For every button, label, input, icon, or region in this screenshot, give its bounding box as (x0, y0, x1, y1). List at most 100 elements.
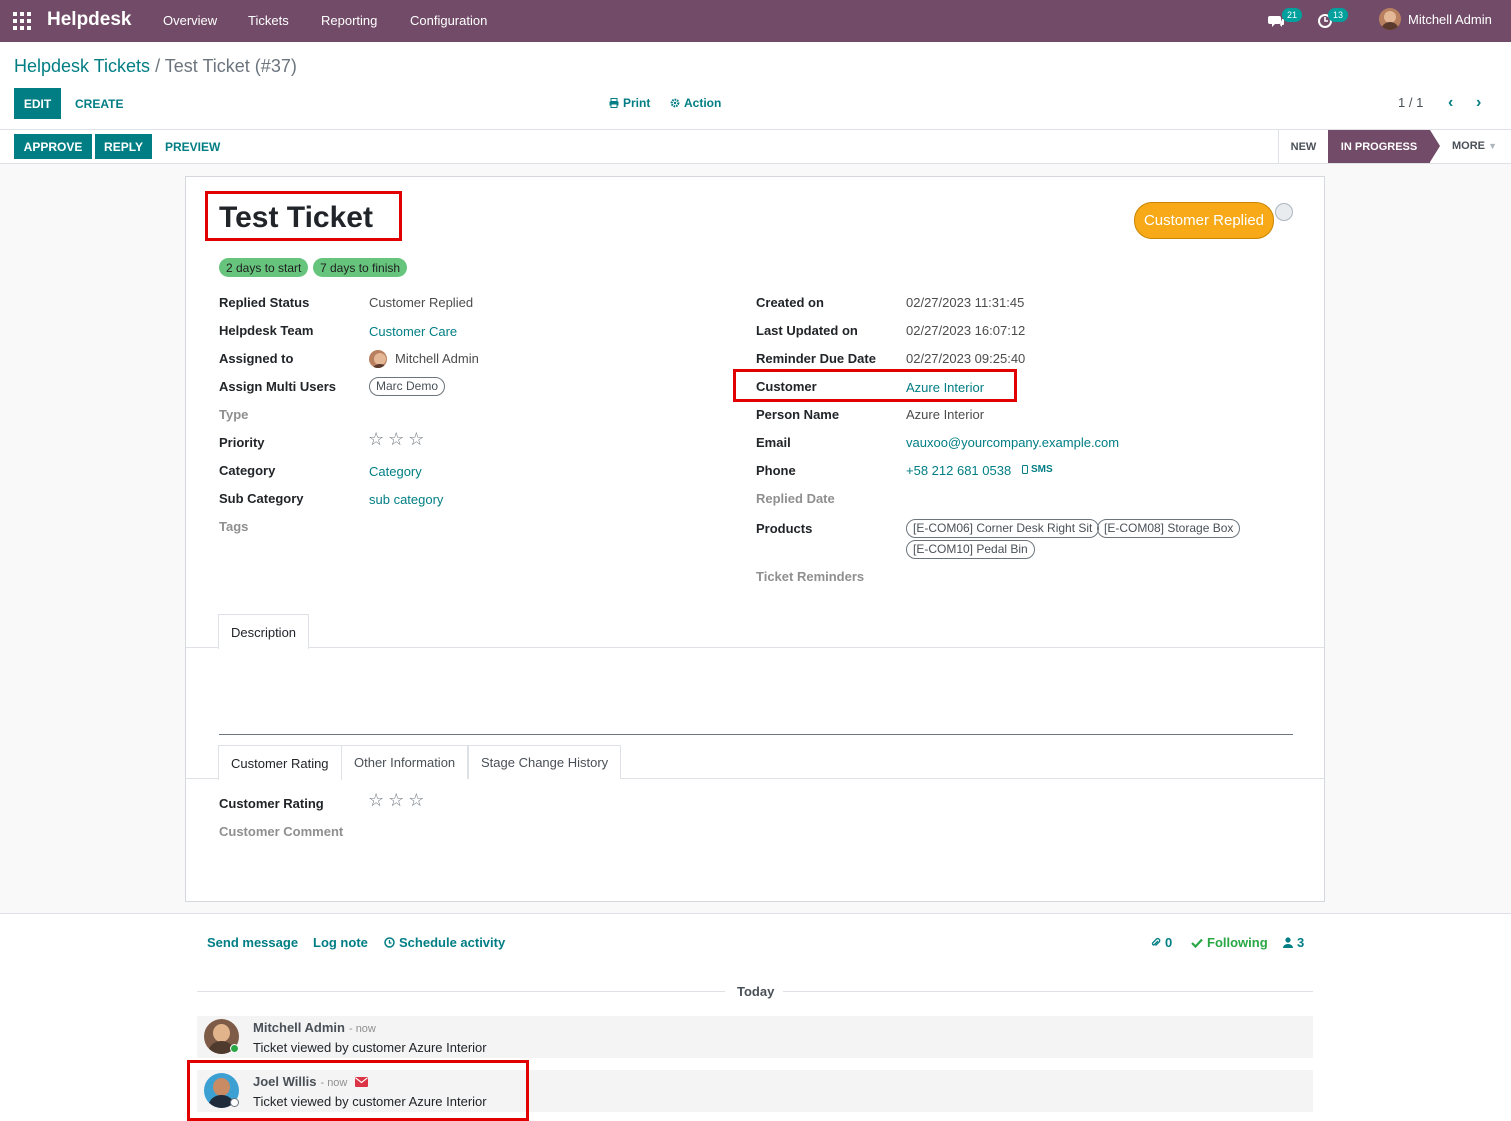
log-note-button[interactable]: Log note (313, 935, 368, 950)
highlight-box-customer (733, 369, 1017, 402)
print-icon (609, 98, 619, 108)
active-toggle[interactable] (1275, 203, 1293, 221)
value-reminder-due-date[interactable]: 02/27/2023 09:25:40 (906, 351, 1025, 366)
date-divider-right (783, 991, 1313, 992)
breadcrumb-parent[interactable]: Helpdesk Tickets (14, 56, 150, 76)
approve-button[interactable]: APPROVE (14, 134, 92, 159)
stage-more-button[interactable]: MORE ▼ (1452, 140, 1497, 152)
followers-count: 3 (1297, 935, 1305, 950)
label-category: Category (219, 463, 276, 478)
label-customer-rating: Customer Rating (219, 796, 324, 811)
value-phone[interactable]: +58 212 681 0538 (906, 463, 1011, 478)
value-replied-status[interactable]: Customer Replied (369, 295, 473, 310)
date-divider-left (197, 991, 725, 992)
check-icon (1191, 938, 1203, 948)
label-replied-date: Replied Date (756, 491, 835, 506)
pager-previous-icon[interactable]: ‹ (1448, 94, 1453, 112)
top-navbar: Helpdesk Overview Tickets Reporting Conf… (0, 0, 1511, 42)
followers-button[interactable]: 3 (1283, 935, 1304, 950)
label-created-on: Created on (756, 295, 824, 310)
caret-down-icon: ▼ (1488, 141, 1497, 151)
stage-new[interactable]: NEW (1278, 130, 1328, 163)
value-category[interactable]: Category (369, 464, 422, 479)
schedule-activity-button[interactable]: Schedule activity (384, 935, 505, 950)
menu-overview[interactable]: Overview (163, 13, 217, 28)
apps-grid-icon[interactable] (13, 12, 31, 30)
following-button[interactable]: Following (1191, 935, 1268, 950)
value-sub-category[interactable]: sub category (369, 492, 443, 507)
label-priority: Priority (219, 435, 265, 450)
clock-icon (384, 937, 395, 948)
print-button[interactable]: Print (609, 96, 650, 110)
sms-button[interactable]: SMS (1022, 464, 1053, 475)
paperclip-icon (1151, 937, 1161, 947)
label-products: Products (756, 521, 813, 536)
label-reminder-due-date: Reminder Due Date (756, 351, 876, 366)
label-sub-category: Sub Category (219, 491, 304, 506)
tab-customer-rating[interactable]: Customer Rating (218, 745, 342, 780)
label-assign-multi-users: Assign Multi Users (219, 379, 337, 394)
app-brand[interactable]: Helpdesk (47, 9, 131, 31)
days-to-start-badge: 2 days to start (219, 258, 309, 277)
multi-user-tag[interactable]: Marc Demo (369, 377, 446, 396)
user-name: Mitchell Admin (1408, 11, 1492, 27)
activities-count-badge: 13 (1328, 8, 1349, 22)
product-tag[interactable]: [E-COM06] Corner Desk Right Sit (906, 519, 1100, 538)
label-type: Type (219, 407, 249, 422)
menu-tickets[interactable]: Tickets (248, 13, 289, 28)
attachments-count: 0 (1165, 935, 1173, 950)
star-icon[interactable]: ☆ (388, 430, 404, 448)
value-assigned-to[interactable]: Mitchell Admin (395, 351, 479, 366)
status-ribbon: Customer Replied (1134, 202, 1274, 239)
value-last-updated: 02/27/2023 16:07:12 (906, 323, 1026, 338)
value-person-name[interactable]: Azure Interior (906, 407, 984, 422)
stage-in-progress[interactable]: IN PROGRESS (1328, 130, 1440, 163)
message-date: - now (348, 1023, 376, 1035)
message-author[interactable]: Mitchell Admin - now (253, 1020, 376, 1035)
pager-value[interactable]: 1 / 1 (1398, 95, 1423, 110)
menu-reporting[interactable]: Reporting (321, 13, 377, 28)
action-button[interactable]: Action (670, 96, 721, 110)
menu-configuration[interactable]: Configuration (410, 13, 487, 28)
value-email[interactable]: vauxoo@yourcompany.example.com (906, 435, 1119, 450)
reply-button[interactable]: REPLY (95, 134, 152, 159)
value-helpdesk-team[interactable]: Customer Care (369, 324, 457, 339)
message-author-name[interactable]: Mitchell Admin (253, 1020, 345, 1035)
product-tag[interactable]: [E-COM10] Pedal Bin (906, 540, 1035, 559)
star-icon[interactable]: ☆ (388, 791, 404, 809)
preview-button[interactable]: PREVIEW (165, 140, 220, 154)
label-customer-comment: Customer Comment (219, 824, 344, 839)
breadcrumb: Helpdesk Tickets / Test Ticket (#37) (14, 56, 297, 77)
star-icon[interactable]: ☆ (368, 430, 384, 448)
online-status-icon (230, 1044, 239, 1053)
stage-more-label: MORE (1452, 140, 1485, 152)
label-tags: Tags (219, 519, 249, 534)
label-ticket-reminders: Ticket Reminders (756, 569, 865, 584)
star-icon[interactable]: ☆ (408, 430, 424, 448)
rating-stars[interactable]: ☆ ☆ ☆ (368, 791, 424, 809)
product-tag[interactable]: [E-COM08] Storage Box (1097, 519, 1241, 538)
star-icon[interactable]: ☆ (368, 791, 384, 809)
control-panel: Helpdesk Tickets / Test Ticket (#37) EDI… (0, 42, 1511, 130)
highlight-box-message (187, 1060, 529, 1121)
user-icon (1283, 937, 1293, 948)
edit-button[interactable]: EDIT (14, 88, 61, 119)
tab-stage-change-history[interactable]: Stage Change History (468, 745, 622, 779)
tab-other-information[interactable]: Other Information (341, 745, 469, 779)
description-divider (219, 734, 1293, 735)
tab-description[interactable]: Description (218, 614, 310, 649)
create-button[interactable]: CREATE (75, 97, 123, 111)
pager-next-icon[interactable]: › (1476, 94, 1481, 112)
date-separator-label: Today (737, 984, 775, 999)
label-person-name: Person Name (756, 407, 840, 422)
attachments-button[interactable]: 0 (1150, 935, 1172, 950)
messages-count-badge: 21 (1282, 8, 1303, 22)
following-label: Following (1207, 935, 1268, 950)
priority-stars[interactable]: ☆ ☆ ☆ (368, 430, 424, 448)
user-menu[interactable]: Mitchell Admin (1379, 8, 1492, 30)
send-message-button[interactable]: Send message (207, 935, 298, 950)
mobile-icon (1022, 465, 1028, 474)
label-helpdesk-team: Helpdesk Team (219, 323, 314, 338)
highlight-box-title (205, 191, 402, 241)
star-icon[interactable]: ☆ (408, 791, 424, 809)
